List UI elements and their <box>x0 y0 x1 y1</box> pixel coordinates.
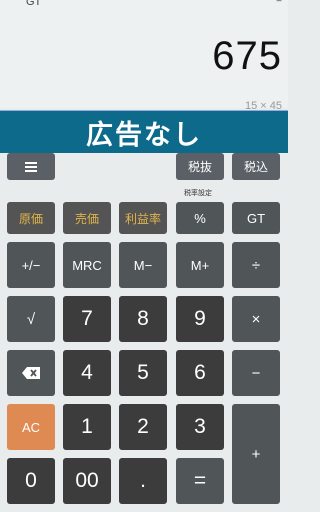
all-clear-button[interactable]: AC <box>7 404 55 450</box>
result-value: 675 <box>212 34 282 78</box>
tax-exclude-button[interactable]: 税抜 <box>176 153 224 180</box>
digit-2-button[interactable]: 2 <box>119 404 167 450</box>
minus-button[interactable]: − <box>232 350 280 396</box>
m-minus-button[interactable]: M− <box>119 242 167 288</box>
divide-button[interactable]: ÷ <box>232 242 280 288</box>
m-plus-button[interactable]: M+ <box>176 242 224 288</box>
gt-button[interactable]: GT <box>232 202 280 234</box>
profit-margin-button[interactable]: 利益率 <box>119 202 167 234</box>
plus-button[interactable]: + <box>232 404 280 504</box>
digit-9-button[interactable]: 9 <box>176 296 224 342</box>
digit-5-button[interactable]: 5 <box>119 350 167 396</box>
plus-minus-button[interactable]: +/− <box>7 242 55 288</box>
menu-button[interactable] <box>7 153 55 180</box>
percent-button[interactable]: % <box>176 202 224 234</box>
digit-4-button[interactable]: 4 <box>63 350 111 396</box>
mrc-button[interactable]: MRC <box>63 242 111 288</box>
digit-3-button[interactable]: 3 <box>176 404 224 450</box>
hamburger-menu-icon <box>25 161 37 172</box>
backspace-button[interactable] <box>7 350 55 396</box>
selling-price-button[interactable]: 売価 <box>63 202 111 234</box>
decimal-point-button[interactable]: . <box>119 458 167 504</box>
digit-0-button[interactable]: 0 <box>7 458 55 504</box>
no-ads-banner-text: 広告なし <box>86 119 202 150</box>
backspace-icon <box>22 367 40 379</box>
digit-1-button[interactable]: 1 <box>63 404 111 450</box>
digit-8-button[interactable]: 8 <box>119 296 167 342</box>
display-area: GT = 675 <box>0 0 288 108</box>
digit-6-button[interactable]: 6 <box>176 350 224 396</box>
tax-rate-setting-label[interactable]: 税率設定 <box>184 188 212 198</box>
tax-include-button[interactable]: 税込 <box>232 153 280 180</box>
status-glyph: = <box>276 0 282 6</box>
cost-button[interactable]: 原価 <box>7 202 55 234</box>
digit-7-button[interactable]: 7 <box>63 296 111 342</box>
no-ads-banner[interactable]: 広告なし <box>0 110 288 153</box>
multiply-button[interactable]: × <box>232 296 280 342</box>
double-zero-button[interactable]: 00 <box>63 458 111 504</box>
sqrt-button[interactable]: √ <box>7 296 55 342</box>
gt-indicator: GT <box>26 0 42 8</box>
equals-button[interactable]: = <box>176 458 224 504</box>
